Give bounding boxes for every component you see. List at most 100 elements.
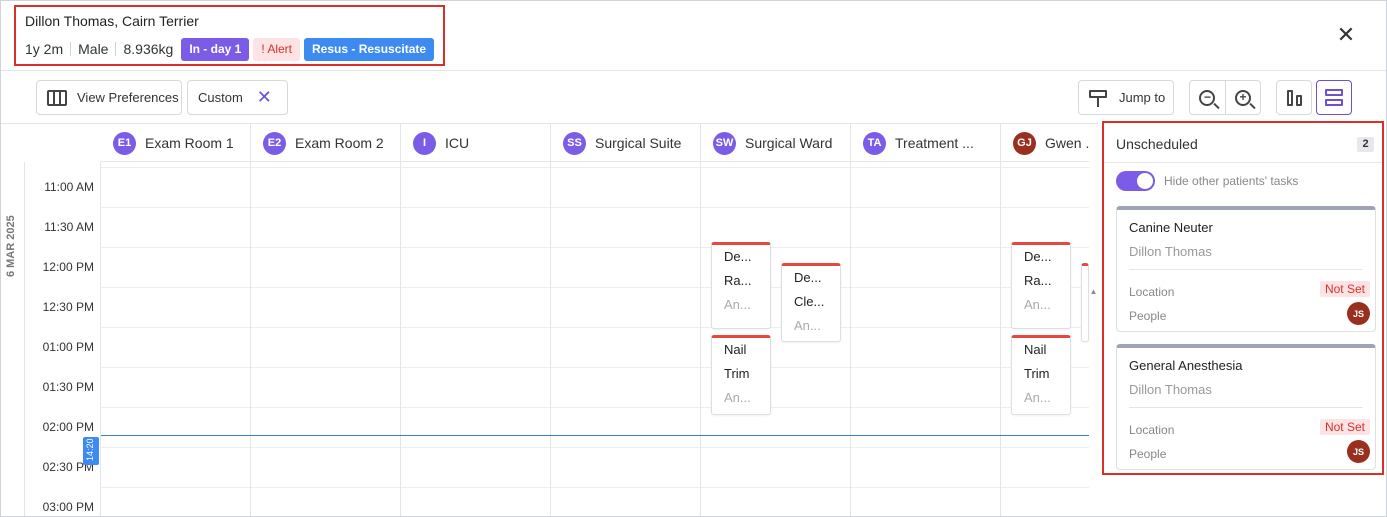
hide-other-tasks-toggle[interactable] — [1116, 171, 1155, 191]
schedule-grid[interactable] — [101, 162, 1089, 516]
hide-other-tasks-label: Hide other patients' tasks — [1164, 174, 1299, 188]
people-label: People — [1129, 309, 1167, 323]
task-line: An... — [1024, 297, 1051, 312]
row-layout-icon — [1325, 89, 1343, 106]
columns-icon — [47, 89, 67, 106]
patient-schedule-dialog: Dillon Thomas, Cairn Terrier 1y 2m Male … — [0, 0, 1387, 517]
location-not-set-badge[interactable]: Not Set — [1319, 281, 1370, 297]
column-header-exam-room-1[interactable]: E1 Exam Room 1 — [101, 124, 251, 161]
location-avatar: E2 — [263, 131, 286, 155]
task-card[interactable]: De... Ra... An... — [711, 242, 771, 329]
unscheduled-title: Unscheduled — [1116, 136, 1198, 152]
time-label: 01:00 PM — [42, 340, 94, 354]
custom-filter-label: Custom — [198, 90, 243, 105]
column-header-icu[interactable]: I ICU — [401, 124, 551, 161]
task-line: An... — [794, 318, 821, 333]
patient-name: Dillon Thomas, Cairn Terrier — [25, 13, 199, 29]
location-headers: E1 Exam Room 1 E2 Exam Room 2 I ICU SS S… — [101, 124, 1089, 162]
hide-other-tasks-toggle-row: Hide other patients' tasks — [1116, 171, 1298, 191]
task-line: Cle... — [794, 294, 825, 309]
unscheduled-header: Unscheduled 2 — [1104, 123, 1382, 163]
time-label: 02:00 PM — [42, 420, 94, 434]
task-patient: Dillon Thomas — [1129, 244, 1212, 259]
stay-badge[interactable]: In - day 1 — [181, 37, 250, 61]
location-avatar: E1 — [113, 131, 136, 155]
time-label: 12:30 PM — [42, 300, 94, 314]
location-avatar: TA — [863, 131, 886, 155]
alert-badge[interactable]: ! Alert — [253, 37, 301, 61]
zoom-out-icon: − — [1199, 89, 1216, 106]
signpost-icon — [1089, 89, 1109, 107]
view-preferences-label: View Preferences — [77, 90, 179, 105]
view-preferences-button[interactable]: View Preferences — [36, 80, 182, 115]
date-column: 6 MAR 2025 — [1, 162, 25, 516]
close-icon: ✕ — [1336, 22, 1356, 47]
task-title: Canine Neuter — [1129, 220, 1213, 235]
avatar[interactable]: JS — [1347, 302, 1370, 325]
task-card[interactable]: De... Cle... An... — [781, 263, 841, 342]
column-header-surgical-suite[interactable]: SS Surgical Suite — [551, 124, 701, 161]
zoom-controls: − + — [1189, 80, 1261, 115]
column-header-treatment[interactable]: TA Treatment ... — [851, 124, 1001, 161]
task-line: Nail — [1024, 342, 1047, 357]
unscheduled-task-card[interactable]: Canine Neuter Dillon Thomas Location Not… — [1116, 206, 1376, 332]
patient-age: 1y 2m — [25, 42, 72, 56]
location-label: Location — [1129, 285, 1175, 299]
unscheduled-task-card[interactable]: General Anesthesia Dillon Thomas Locatio… — [1116, 344, 1376, 470]
task-line: Ra... — [724, 273, 752, 288]
task-line: An... — [724, 390, 751, 405]
column-layout-icon — [1286, 89, 1302, 106]
task-card[interactable]: De... Ra... An... — [1011, 242, 1071, 329]
staff-avatar: GJ — [1013, 131, 1036, 155]
current-time-label: 14:20 — [85, 438, 95, 461]
task-line: De... — [794, 270, 822, 285]
time-label: 01:30 PM — [42, 380, 94, 394]
task-card[interactable]: Nail Trim An... — [711, 335, 771, 415]
time-label: 03:00 PM — [42, 500, 94, 514]
task-patient: Dillon Thomas — [1129, 382, 1212, 397]
location-avatar: I — [413, 131, 436, 155]
zoom-in-button[interactable]: + — [1224, 81, 1260, 114]
task-line: De... — [1024, 249, 1052, 264]
patient-sex: Male — [78, 42, 117, 56]
scroll-up-icon[interactable]: ▲ — [1089, 287, 1098, 296]
location-name: Exam Room 2 — [295, 135, 384, 151]
column-header-surgical-ward[interactable]: SW Surgical Ward — [701, 124, 851, 161]
location-name: Exam Room 1 — [145, 135, 234, 151]
patient-summary: Dillon Thomas, Cairn Terrier 1y 2m Male … — [14, 5, 445, 66]
task-line: An... — [1024, 390, 1051, 405]
location-not-set-badge[interactable]: Not Set — [1319, 419, 1370, 435]
avatar[interactable]: JS — [1347, 440, 1370, 463]
patient-meta: 1y 2m Male 8.936kg In - day 1 ! Alert Re… — [25, 37, 438, 61]
location-label: Location — [1129, 423, 1175, 437]
row-layout-button[interactable] — [1316, 80, 1352, 115]
jump-to-label: Jump to — [1119, 90, 1166, 105]
location-name: Surgical Ward — [745, 135, 833, 151]
custom-filter-chip[interactable]: Custom ✕ — [187, 80, 288, 115]
task-card[interactable]: Nail Trim An... — [1011, 335, 1071, 415]
task-card[interactable] — [1081, 263, 1089, 342]
close-button[interactable]: ✕ — [1334, 23, 1358, 47]
column-header-gwen[interactable]: GJ Gwen ... — [1001, 124, 1089, 161]
task-line: Ra... — [1024, 273, 1052, 288]
unscheduled-panel: Unscheduled 2 Hide other patients' tasks… — [1102, 121, 1384, 475]
time-label: 12:00 PM — [42, 260, 94, 274]
clear-filter-icon[interactable]: ✕ — [257, 87, 272, 108]
patient-weight: 8.936kg — [123, 41, 174, 57]
resus-badge[interactable]: Resus - Resuscitate — [304, 37, 435, 61]
location-name: Treatment ... — [895, 135, 974, 151]
column-header-exam-room-2[interactable]: E2 Exam Room 2 — [251, 124, 401, 161]
people-label: People — [1129, 447, 1167, 461]
time-label: 11:00 AM — [44, 180, 94, 194]
task-line: De... — [724, 249, 752, 264]
dialog-header: Dillon Thomas, Cairn Terrier 1y 2m Male … — [1, 1, 1386, 71]
location-avatar: SW — [713, 131, 736, 155]
current-time-marker: 14:20 — [83, 437, 99, 465]
task-line: Trim — [1024, 366, 1050, 381]
column-layout-button[interactable] — [1276, 80, 1312, 115]
jump-to-button[interactable]: Jump to — [1078, 80, 1174, 115]
current-time-line — [101, 435, 1089, 436]
zoom-out-button[interactable]: − — [1190, 81, 1225, 114]
task-line: An... — [724, 297, 751, 312]
toolbar: View Preferences Custom ✕ Jump to − + — [1, 71, 1386, 123]
